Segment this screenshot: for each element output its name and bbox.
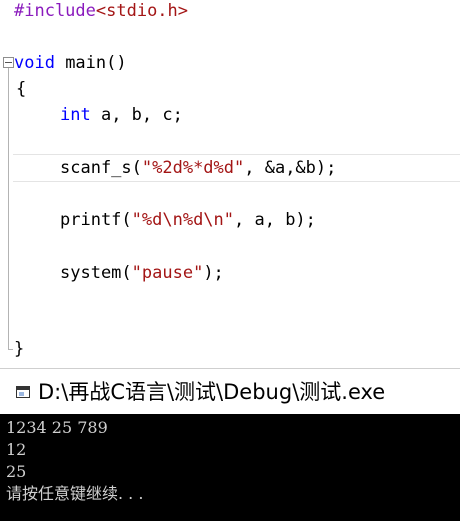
code-line-declaration[interactable]: int a, b, c; (60, 102, 183, 128)
scanf-args: , &a,&b); (244, 158, 337, 178)
system-call-end: ); (203, 263, 224, 283)
code-line-system[interactable]: system("pause"); (60, 260, 224, 286)
code-line-printf[interactable]: printf("%d\n%d\n", a, b); (60, 207, 316, 233)
fold-guide-line (8, 68, 9, 350)
code-line-scanf[interactable]: scanf_s("%2d%*d%d", &a,&b); (60, 155, 336, 181)
console-window[interactable]: D:\再战C语言\测试\Debug\测试.exe 1234 25 789 12 … (0, 368, 460, 521)
main-signature: main() (54, 53, 127, 73)
system-call: system( (60, 263, 132, 283)
code-line-open-brace[interactable]: { (16, 76, 26, 102)
preprocessor-directive: #include (14, 1, 96, 21)
code-editor[interactable]: #include<stdio.h> void main() { int a, b… (0, 0, 460, 368)
collapse-toggle-icon[interactable] (3, 57, 14, 68)
printf-args: , a, b); (234, 210, 316, 230)
console-line-output-a: 12 (6, 440, 27, 459)
code-line-main[interactable]: void main() (14, 50, 127, 76)
printf-call: printf( (60, 210, 132, 230)
console-window-title: D:\再战C语言\测试\Debug\测试.exe (38, 380, 386, 404)
scanf-call: scanf_s( (60, 158, 142, 178)
console-line-input: 1234 25 789 (6, 418, 108, 437)
scanf-format-string: "%2d%*d%d" (141, 158, 245, 178)
code-line-close-brace[interactable]: } (14, 336, 24, 362)
printf-format-string: "%d\n%d\n" (131, 210, 235, 230)
fold-guide-end (8, 349, 13, 350)
keyword-void: void (14, 53, 55, 73)
system-arg-string: "pause" (131, 263, 204, 283)
console-line-output-b: 25 (6, 462, 27, 481)
console-app-icon[interactable] (16, 386, 30, 398)
console-titlebar[interactable]: D:\再战C语言\测试\Debug\测试.exe (0, 369, 460, 414)
keyword-int: int (60, 105, 91, 125)
console-line-pause-prompt: 请按任意键继续. . . (6, 484, 144, 503)
code-line-include[interactable]: #include<stdio.h> (14, 0, 188, 24)
include-header: <stdio.h> (95, 1, 189, 21)
declaration-vars: a, b, c; (90, 105, 183, 125)
